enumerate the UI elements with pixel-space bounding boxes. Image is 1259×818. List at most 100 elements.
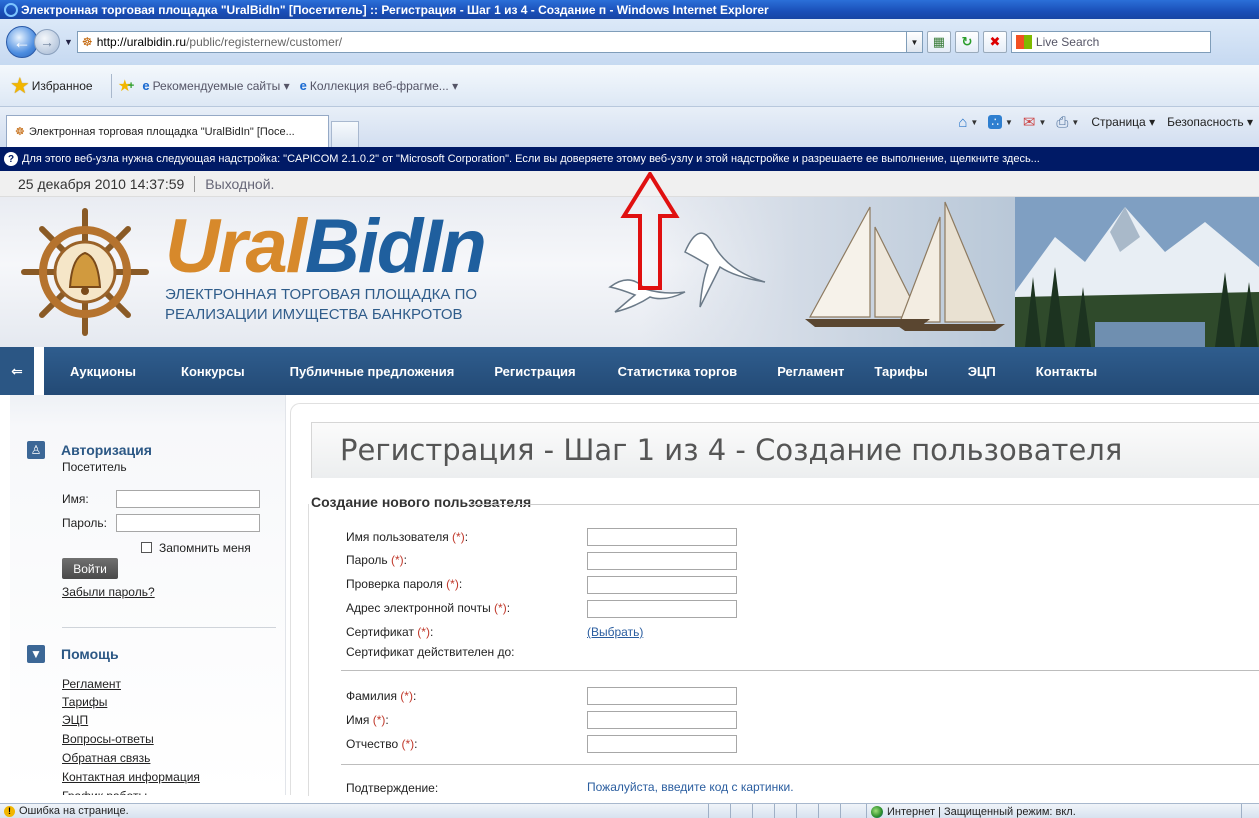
window-title: Электронная торговая площадка "UralBidIn… — [21, 2, 769, 17]
fav-web-slice-gallery[interactable]: e Коллекция веб-фрагме... ▾ — [300, 78, 459, 93]
help-section-header[interactable]: ▼ Помощь — [27, 645, 119, 663]
live-search-icon — [1015, 35, 1032, 49]
feeds-icon[interactable]: ∴ — [988, 115, 1002, 129]
page-title: Регистрация - Шаг 1 из 4 - Создание поль… — [340, 433, 1123, 467]
firstname-input[interactable] — [587, 711, 737, 729]
address-dropdown-icon[interactable]: ▼ — [906, 31, 923, 53]
login-name-label: Имя: — [62, 492, 89, 506]
security-zone[interactable]: Интернет | Защищенный режим: вкл. — [866, 804, 1076, 818]
security-menu[interactable]: Безопасность ▾ — [1167, 115, 1253, 129]
history-dropdown-icon[interactable]: ▼ — [64, 37, 73, 47]
print-dropdown-icon[interactable]: ▼ — [1071, 118, 1079, 127]
nav-eds[interactable]: ЭЦП — [968, 364, 996, 379]
help-link-contact-info[interactable]: Контактная информация — [62, 770, 200, 784]
nav-tenders[interactable]: Конкурсы — [181, 364, 245, 379]
address-input[interactable]: ☸ http://uralbidin.ru/public/registernew… — [76, 31, 907, 53]
infobar-text: Для этого веб-узла нужна следующая надст… — [22, 153, 1040, 165]
new-tab-button[interactable] — [331, 121, 359, 147]
logo-subtitle: ЭЛЕКТРОННАЯ ТОРГОВАЯ ПЛОЩАДКА ПО РЕАЛИЗА… — [165, 286, 478, 323]
confirmation-label: Подтверждение: — [346, 781, 439, 795]
help-link-feedback[interactable]: Обратная связь — [62, 751, 150, 765]
patronymic-input[interactable] — [587, 735, 737, 753]
nav-auctions[interactable]: Аукционы — [70, 364, 136, 379]
status-cell — [840, 804, 862, 818]
nav-back-button[interactable]: ⇐ — [0, 347, 44, 395]
url-path: /public/registernew/customer/ — [186, 35, 343, 49]
compatibility-view-icon[interactable]: ▦ — [926, 31, 951, 53]
mail-dropdown-icon[interactable]: ▼ — [1038, 118, 1046, 127]
window-title-bar: Электронная торговая площадка "UralBidIn… — [0, 0, 1259, 19]
mail-icon[interactable]: ✉ — [1023, 113, 1036, 131]
ship-wheel-logo-icon — [21, 208, 149, 336]
auth-section-header: ♙ Авторизация — [27, 441, 152, 459]
login-password-input[interactable] — [116, 514, 260, 532]
site-favicon-icon: ☸ — [81, 35, 93, 49]
choose-certificate-link[interactable]: (Выбрать) — [587, 625, 643, 639]
page-menu[interactable]: Страница ▾ — [1091, 115, 1155, 129]
info-question-icon: ? — [4, 152, 18, 166]
favorites-star-icon[interactable]: ★ — [10, 73, 30, 99]
help-link-faq[interactable]: Вопросы-ответы — [62, 732, 154, 746]
password-confirm-label: Проверка пароля (*): — [346, 577, 463, 591]
password-confirm-input[interactable] — [587, 576, 737, 594]
nav-registration[interactable]: Регистрация — [494, 364, 575, 379]
username-input[interactable] — [587, 528, 737, 546]
fav-suggested-sites[interactable]: e Рекомендуемые сайты ▾ — [142, 78, 289, 93]
address-toolbar: ← → ▼ ☸ http://uralbidin.ru/public/regis… — [0, 19, 1259, 65]
help-link-tariffs[interactable]: Тарифы — [62, 695, 107, 709]
zoom-cell[interactable] — [1241, 804, 1259, 818]
mountain-landscape-image — [1015, 197, 1259, 347]
cert-valid-label: Сертификат действителен до: — [346, 645, 515, 659]
status-bar: ! Ошибка на странице. Интернет | Защищен… — [0, 803, 1259, 818]
print-icon[interactable]: ⎙ — [1056, 114, 1068, 131]
password-input[interactable] — [587, 552, 737, 570]
stop-icon[interactable]: ✖ — [982, 31, 1007, 53]
divider — [62, 627, 276, 628]
refresh-icon[interactable]: ↻ — [954, 31, 979, 53]
forgot-password-link[interactable]: Забыли пароль? — [62, 585, 155, 599]
status-error-text[interactable]: Ошибка на странице. — [19, 805, 129, 817]
help-link-regulations[interactable]: Регламент — [62, 677, 121, 691]
home-dropdown-icon[interactable]: ▼ — [970, 118, 978, 127]
ie-icon: e — [299, 78, 307, 93]
favorites-bar: ★ Избранное ★ + e Рекомендуемые сайты ▾ eК… — [0, 65, 1259, 107]
surname-input[interactable] — [587, 687, 737, 705]
home-icon[interactable]: ⌂ — [958, 114, 967, 131]
auth-role: Посетитель — [62, 460, 127, 474]
remember-me-checkbox[interactable] — [141, 542, 152, 553]
site-favicon-icon: ☸ — [15, 126, 25, 138]
title-box: Регистрация - Шаг 1 из 4 - Создание поль… — [311, 422, 1259, 478]
patronymic-label: Отчество (*): — [346, 737, 418, 751]
nav-regulations[interactable]: Регламент — [777, 364, 844, 379]
login-button[interactable]: Войти — [62, 558, 118, 579]
favorites-button[interactable]: Избранное — [32, 79, 93, 93]
nav-contacts[interactable]: Контакты — [1036, 364, 1097, 379]
information-bar[interactable]: ? Для этого веб-узла нужна следующая над… — [0, 147, 1259, 171]
search-input[interactable]: Live Search — [1010, 31, 1211, 53]
forward-button[interactable]: → — [34, 29, 60, 55]
url-domain: http://uralbidin.ru — [96, 35, 187, 49]
nav-public-offers[interactable]: Публичные предложения — [290, 364, 455, 379]
command-bar: ⌂ ▼ ∴ ▼ ✉ ▼ ⎙ ▼ Страница ▾ Безопасность ▾ — [948, 113, 1253, 132]
warning-icon[interactable]: ! — [4, 805, 15, 817]
main-content: Регистрация - Шаг 1 из 4 - Создание поль… — [290, 403, 1259, 796]
help-link-eds[interactable]: ЭЦП — [62, 713, 88, 727]
divider — [341, 764, 1259, 765]
nav-tariffs[interactable]: Тарифы — [874, 364, 927, 379]
surname-label: Фамилия (*): — [346, 689, 417, 703]
back-arrow-icon: ← — [13, 31, 31, 52]
red-arrow-annotation-icon — [620, 172, 680, 290]
tab-uralbidin[interactable]: ☸ Электронная торговая площадка "UralBid… — [6, 115, 329, 147]
login-name-input[interactable] — [116, 490, 260, 508]
nav-trade-statistics[interactable]: Статистика торгов — [618, 364, 738, 379]
site-logo[interactable]: UralBidIn — [165, 203, 487, 290]
help-link-schedule[interactable]: График работы — [62, 789, 147, 795]
captcha-prompt: Пожалуйста, введите код с картинки. — [587, 780, 794, 794]
divider — [110, 73, 112, 98]
ie-icon: e — [142, 78, 150, 93]
sailboats-image — [805, 201, 1005, 331]
plus-icon: + — [127, 79, 135, 92]
status-cell — [774, 804, 796, 818]
feeds-dropdown-icon[interactable]: ▼ — [1005, 118, 1013, 127]
email-input[interactable] — [587, 600, 737, 618]
